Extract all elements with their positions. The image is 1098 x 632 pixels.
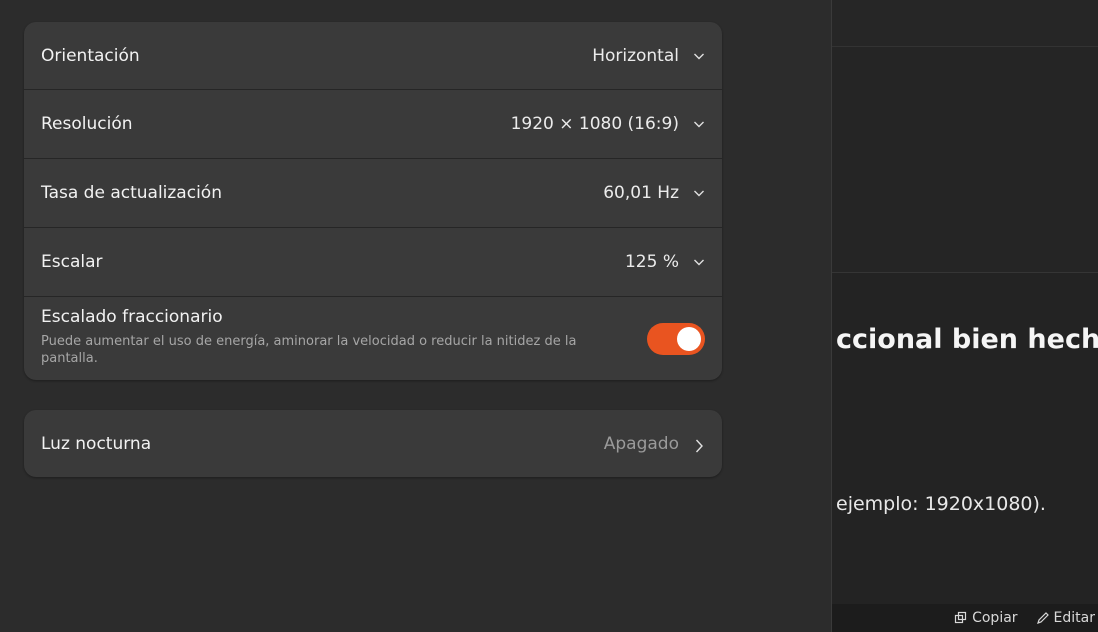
night-light-label: Luz nocturna	[41, 433, 152, 454]
resolution-value: 1920 × 1080 (16:9)	[510, 114, 679, 134]
copy-button[interactable]: Copiar	[954, 610, 1018, 626]
fractional-scaling-subtitle: Puede aumentar el uso de energía, aminor…	[41, 334, 577, 366]
pencil-icon	[1036, 611, 1050, 625]
scale-label: Escalar	[41, 252, 103, 272]
background-heading: ccional bien hecho)	[836, 324, 1098, 355]
refresh-rate-label: Tasa de actualización	[41, 183, 222, 203]
resolution-row[interactable]: Resolución 1920 × 1080 (16:9)	[24, 89, 722, 158]
chevron-right-icon	[693, 438, 705, 452]
chevron-down-icon	[693, 187, 705, 199]
orientation-row[interactable]: Orientación Horizontal	[24, 22, 722, 89]
background-window: ccional bien hecho) ejemplo: 1920x1080).…	[831, 0, 1098, 632]
display-settings-pane: Orientación Horizontal Resolución 1920 ×…	[0, 0, 831, 632]
copy-icon	[954, 611, 968, 625]
chevron-down-icon	[693, 50, 705, 62]
fractional-scaling-row: Escalado fraccionario Puede aumentar el …	[24, 296, 722, 380]
fractional-scaling-toggle[interactable]	[647, 323, 705, 355]
toggle-knob	[677, 327, 701, 351]
background-footer: Copiar Editar	[832, 604, 1098, 632]
resolution-label: Resolución	[41, 114, 133, 134]
background-content-block	[832, 47, 1098, 273]
refresh-rate-row[interactable]: Tasa de actualización 60,01 Hz	[24, 158, 722, 227]
orientation-value: Horizontal	[592, 45, 679, 66]
edit-button[interactable]: Editar	[1036, 610, 1095, 626]
background-window-header	[832, 0, 1098, 47]
night-light-value: Apagado	[603, 433, 679, 454]
night-light-row[interactable]: Luz nocturna Apagado	[24, 410, 722, 477]
night-light-card: Luz nocturna Apagado	[24, 410, 722, 477]
scale-row[interactable]: Escalar 125 %	[24, 227, 722, 296]
chevron-down-icon	[693, 118, 705, 130]
copy-label: Copiar	[972, 610, 1018, 626]
scale-value: 125 %	[624, 252, 679, 272]
fractional-scaling-title: Escalado fraccionario	[41, 307, 223, 327]
chevron-down-icon	[693, 256, 705, 268]
display-settings-card: Orientación Horizontal Resolución 1920 ×…	[24, 22, 722, 380]
refresh-rate-value: 60,01 Hz	[603, 183, 679, 203]
edit-label: Editar	[1053, 610, 1095, 626]
orientation-label: Orientación	[41, 45, 140, 66]
background-paragraph: ejemplo: 1920x1080).	[836, 493, 1046, 515]
fractional-scaling-text: Escalado fraccionario Puede aumentar el …	[41, 307, 647, 367]
